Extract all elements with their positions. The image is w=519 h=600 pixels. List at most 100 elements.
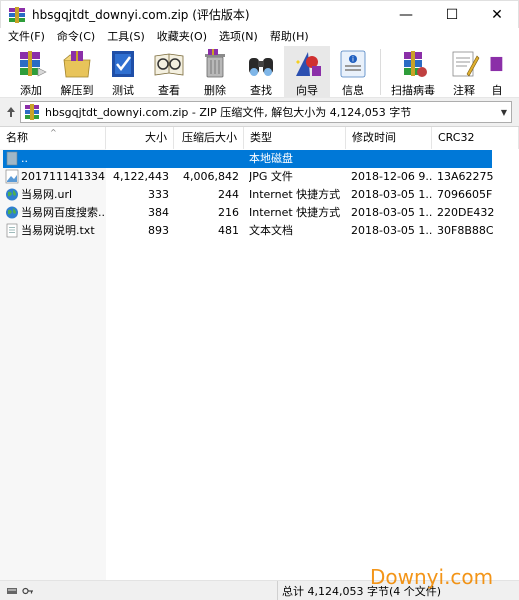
sfx-button[interactable]: 自 bbox=[487, 46, 507, 98]
info-button[interactable]: i 信息 bbox=[330, 46, 376, 98]
table-row[interactable]: 201711141334... 4,122,443 4,006,842 JPG … bbox=[0, 168, 519, 186]
test-icon bbox=[112, 51, 134, 77]
info-label: 信息 bbox=[342, 84, 364, 97]
path-combobox[interactable]: hbsgqjtdt_downyi.com.zip - ZIP 压缩文件, 解包大… bbox=[20, 101, 512, 123]
svg-text:i: i bbox=[352, 56, 354, 64]
find-button[interactable]: 查找 bbox=[238, 46, 284, 98]
row-size: 384 bbox=[148, 206, 169, 219]
delete-button[interactable]: 删除 bbox=[192, 46, 238, 98]
row-type: JPG 文件 bbox=[249, 170, 293, 183]
path-text: hbsgqjtdt_downyi.com.zip - ZIP 压缩文件, 解包大… bbox=[45, 106, 412, 119]
row-type: Internet 快捷方式 bbox=[249, 206, 341, 219]
extract-to-label: 解压到 bbox=[60, 84, 94, 97]
text-file-icon bbox=[6, 223, 18, 238]
table-row[interactable]: 当易网百度搜索.... 384 216 Internet 快捷方式 2018-0… bbox=[0, 204, 519, 222]
row-modified: 2018-03-05 1... bbox=[351, 188, 432, 201]
row-packed: 244 bbox=[218, 188, 239, 201]
file-list: 名称 ^ 大小 压缩后大小 类型 修改时间 CRC32 .. 本地磁盘 2017… bbox=[0, 126, 519, 581]
column-header-crc32[interactable]: CRC32 bbox=[432, 127, 519, 149]
menu-tools[interactable]: 工具(S) bbox=[101, 28, 151, 46]
row-size: 333 bbox=[148, 188, 169, 201]
wizard-button[interactable]: 向导 bbox=[284, 46, 330, 98]
row-packed: 4,006,842 bbox=[183, 170, 239, 183]
virus-scan-label: 扫描病毒 bbox=[391, 84, 435, 97]
row-name: 当易网.url bbox=[21, 188, 73, 201]
row-crc: 220DE432 bbox=[437, 206, 495, 219]
column-header-size[interactable]: 大小 bbox=[106, 127, 174, 149]
row-name: .. bbox=[21, 152, 28, 165]
winrar-app-icon bbox=[9, 6, 25, 23]
add-label: 添加 bbox=[20, 84, 42, 97]
toolbar-separator bbox=[380, 49, 381, 95]
comment-icon bbox=[452, 51, 480, 77]
row-packed bbox=[174, 150, 241, 168]
extract-to-icon bbox=[63, 51, 91, 78]
delete-icon bbox=[205, 49, 225, 78]
row-name: 当易网百度搜索.... bbox=[21, 206, 105, 219]
row-type: Internet 快捷方式 bbox=[249, 188, 341, 201]
row-name: 201711141334... bbox=[21, 170, 105, 183]
find-icon bbox=[249, 58, 273, 76]
zip-archive-icon bbox=[24, 104, 40, 120]
minimize-button[interactable]: — bbox=[383, 1, 429, 29]
view-label: 查看 bbox=[158, 84, 180, 97]
close-button[interactable]: ✕ bbox=[474, 1, 519, 29]
row-crc: 7096605F bbox=[437, 188, 493, 201]
table-row[interactable]: .. 本地磁盘 bbox=[3, 150, 492, 168]
row-name: 当易网说明.txt bbox=[21, 224, 95, 237]
row-type: 文本文档 bbox=[249, 224, 293, 237]
view-button[interactable]: 查看 bbox=[146, 46, 192, 98]
row-crc: 30F8B88C bbox=[437, 224, 494, 237]
key-icon[interactable] bbox=[22, 586, 34, 596]
column-header-name[interactable]: 名称 ^ bbox=[0, 127, 106, 149]
toolbar: 添加 解压到 测试 查看 删除 查找 向导 i 信息 扫描病毒 注释 自 bbox=[0, 46, 519, 98]
title-bar: hbsgqjtdt_downyi.com.zip (评估版本) — ☐ ✕ bbox=[0, 0, 519, 28]
test-button[interactable]: 测试 bbox=[100, 46, 146, 98]
window-title: hbsgqjtdt_downyi.com.zip (评估版本) bbox=[32, 8, 250, 22]
address-bar: hbsgqjtdt_downyi.com.zip - ZIP 压缩文件, 解包大… bbox=[0, 98, 519, 126]
extract-to-button[interactable]: 解压到 bbox=[54, 46, 100, 98]
drive-icon[interactable] bbox=[6, 586, 18, 596]
row-crc bbox=[437, 150, 491, 168]
virus-scan-icon bbox=[404, 51, 427, 77]
row-size: 893 bbox=[148, 224, 169, 237]
watermark-text: Downyi.com bbox=[370, 565, 494, 589]
row-packed: 216 bbox=[218, 206, 239, 219]
menu-help[interactable]: 帮助(H) bbox=[264, 28, 315, 46]
row-crc: 13A62275 bbox=[437, 170, 494, 183]
sfx-icon bbox=[490, 56, 503, 72]
add-button[interactable]: 添加 bbox=[8, 46, 54, 98]
column-header-modified[interactable]: 修改时间 bbox=[346, 127, 432, 149]
row-type: 本地磁盘 bbox=[249, 152, 293, 165]
chevron-down-icon[interactable]: ▼ bbox=[497, 108, 511, 117]
table-row[interactable]: 当易网.url 333 244 Internet 快捷方式 2018-03-05… bbox=[0, 186, 519, 204]
up-arrow-icon bbox=[7, 107, 15, 117]
table-row[interactable]: 当易网说明.txt 893 481 文本文档 2018-03-05 1... 3… bbox=[0, 222, 519, 240]
sort-ascending-icon: ^ bbox=[50, 128, 57, 137]
comment-button[interactable]: 注释 bbox=[441, 46, 487, 98]
row-modified: 2018-03-05 1... bbox=[351, 224, 432, 237]
comment-label: 注释 bbox=[453, 84, 475, 97]
wizard-icon bbox=[296, 52, 321, 76]
row-size: 4,122,443 bbox=[113, 170, 169, 183]
virus-scan-button[interactable]: 扫描病毒 bbox=[385, 46, 441, 98]
status-icons bbox=[0, 581, 278, 600]
up-one-level-button[interactable] bbox=[4, 102, 18, 122]
globe-icon bbox=[6, 206, 18, 219]
column-header-packed[interactable]: 压缩后大小 bbox=[174, 127, 244, 149]
row-packed: 481 bbox=[218, 224, 239, 237]
find-label: 查找 bbox=[250, 84, 272, 97]
info-icon: i bbox=[340, 50, 366, 78]
row-modified bbox=[351, 150, 433, 168]
menu-favorites[interactable]: 收藏夹(O) bbox=[151, 28, 213, 46]
maximize-button[interactable]: ☐ bbox=[429, 1, 475, 29]
test-label: 测试 bbox=[112, 84, 134, 97]
sfx-label: 自 bbox=[491, 84, 503, 97]
menu-options[interactable]: 选项(N) bbox=[213, 28, 264, 46]
menu-commands[interactable]: 命令(C) bbox=[51, 28, 101, 46]
menu-file[interactable]: 文件(F) bbox=[2, 28, 51, 46]
row-modified: 2018-12-06 9... bbox=[351, 170, 432, 183]
row-modified: 2018-03-05 1... bbox=[351, 206, 432, 219]
column-header-type[interactable]: 类型 bbox=[244, 127, 346, 149]
row-size bbox=[106, 150, 171, 168]
